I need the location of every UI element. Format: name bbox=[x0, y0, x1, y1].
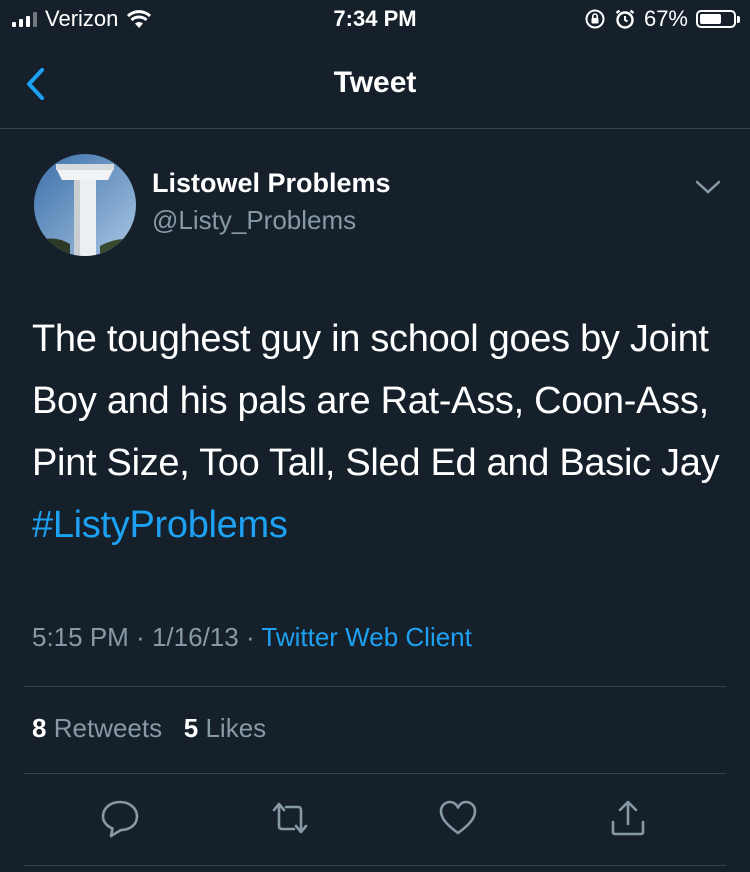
tweet-source-link[interactable]: Twitter Web Client bbox=[261, 622, 471, 652]
author-handle[interactable]: @Listy_Problems bbox=[152, 205, 356, 236]
status-right: 67% bbox=[584, 6, 740, 32]
battery-level bbox=[700, 14, 721, 24]
author-name[interactable]: Listowel Problems bbox=[152, 168, 391, 199]
tweet-time: 5:15 PM bbox=[32, 622, 129, 652]
like-label: Likes bbox=[205, 713, 267, 743]
retweet-icon[interactable] bbox=[268, 796, 312, 840]
meta-separator: · bbox=[245, 622, 255, 652]
chevron-down-icon[interactable] bbox=[694, 178, 722, 196]
retweet-count: 8 bbox=[32, 713, 47, 743]
likes-stat[interactable]: 5 Likes bbox=[184, 713, 266, 743]
retweet-label: Retweets bbox=[53, 713, 163, 743]
divider bbox=[24, 773, 726, 774]
hashtag-link[interactable]: #ListyProblems bbox=[32, 504, 288, 546]
nav-bar: Tweet bbox=[0, 42, 750, 129]
like-heart-icon[interactable] bbox=[436, 796, 480, 840]
tweet-body: The toughest guy in school goes by Joint… bbox=[32, 318, 720, 484]
like-count: 5 bbox=[183, 713, 199, 743]
water-tower-avatar-image bbox=[34, 154, 136, 256]
tweet-stats: 8 Retweets 5 Likes bbox=[32, 713, 266, 744]
avatar[interactable] bbox=[34, 154, 136, 256]
tweet-date: 1/16/13 bbox=[151, 622, 239, 652]
battery-icon bbox=[696, 10, 740, 28]
divider bbox=[24, 686, 726, 687]
battery-percent: 67% bbox=[643, 6, 688, 31]
action-bar bbox=[0, 796, 750, 846]
retweets-stat[interactable]: 8 Retweets bbox=[32, 713, 162, 743]
share-icon[interactable] bbox=[606, 796, 650, 840]
tweet-text: The toughest guy in school goes by Joint… bbox=[32, 308, 722, 556]
divider bbox=[24, 865, 726, 866]
alarm-icon bbox=[615, 9, 635, 29]
status-bar: Verizon 7:34 PM 67% bbox=[0, 0, 750, 42]
reply-icon[interactable] bbox=[98, 796, 142, 840]
tweet-meta: 5:15 PM · 1/16/13 · Twitter Web Client bbox=[32, 622, 472, 653]
orientation-lock-icon bbox=[585, 9, 605, 29]
page-title: Tweet bbox=[333, 66, 417, 99]
meta-separator: · bbox=[136, 622, 145, 652]
